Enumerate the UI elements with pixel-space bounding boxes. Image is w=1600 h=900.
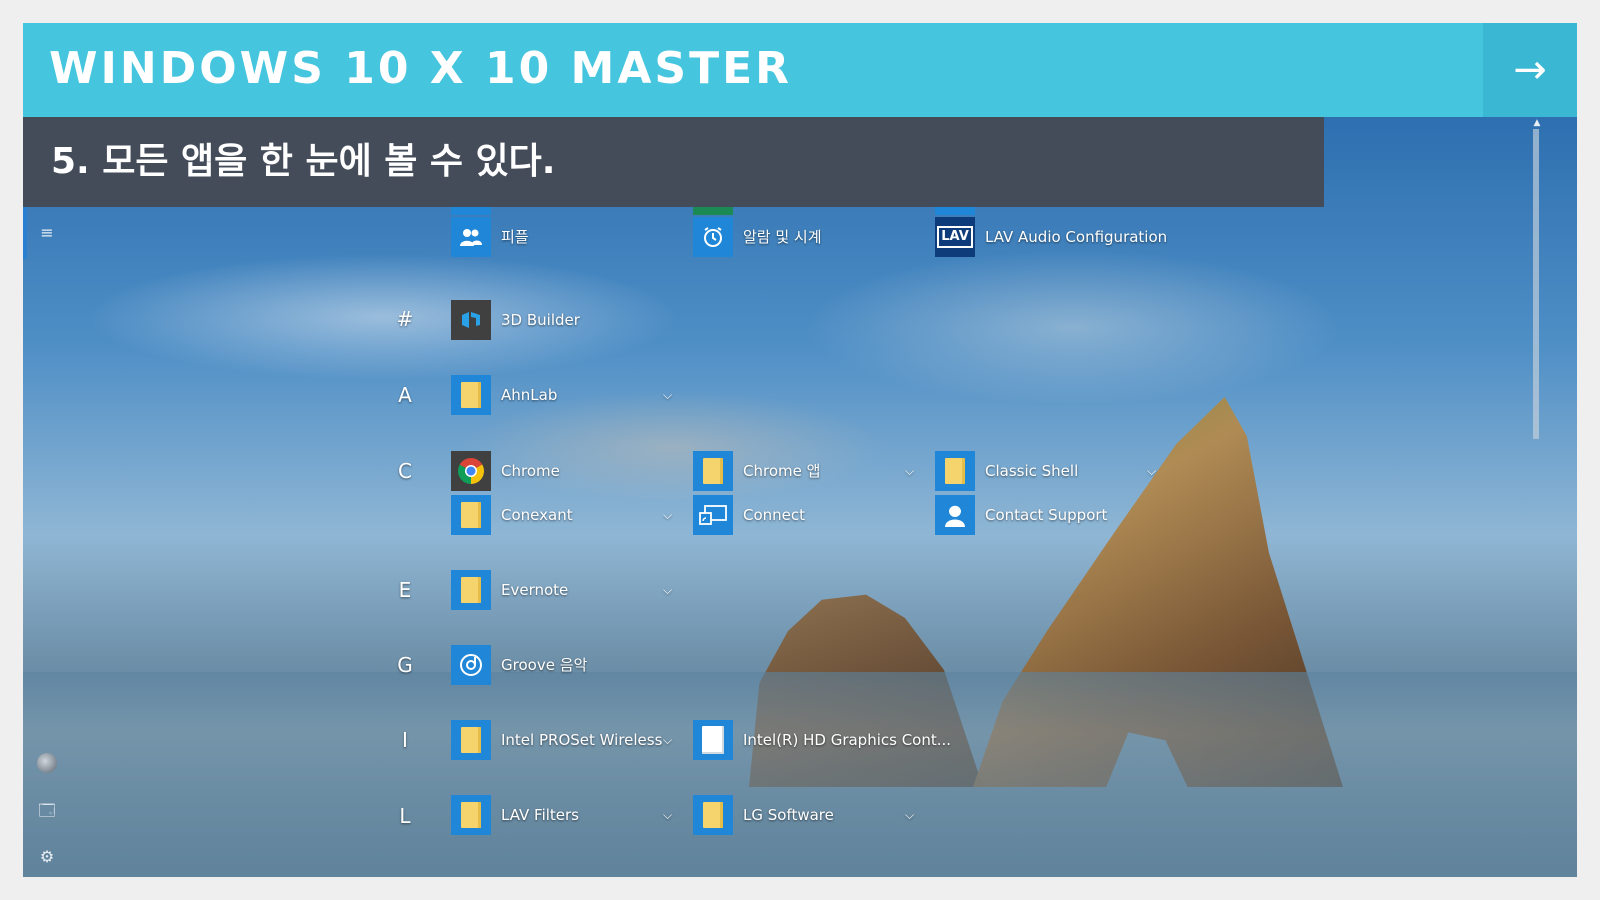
chevron-down-icon[interactable]: ⌵ [663,720,672,760]
chevron-down-icon[interactable]: ⌵ [663,795,672,835]
app-groove-music[interactable]: Groove 음악 [451,645,691,685]
app-label: 3D Builder [501,311,580,329]
app-label: Groove 음악 [501,656,588,674]
app-chrome[interactable]: Chrome [451,451,691,491]
chevron-down-icon[interactable]: ⌵ [663,570,672,610]
person-icon [935,495,975,535]
folder-icon [935,451,975,491]
app-alarms-clock[interactable]: 알람 및 시계 [693,217,933,257]
app-chrome-apps[interactable]: Chrome 앱 ⌵ [693,451,933,491]
alarm-clock-icon [693,217,733,257]
groove-music-icon [451,645,491,685]
app-contact-support[interactable]: Contact Support [935,495,1175,535]
folder-icon [693,795,733,835]
app-label: Intel(R) HD Graphics Cont... [743,731,952,749]
section-header-a[interactable]: A [390,383,420,407]
app-label: 알람 및 시계 [743,228,822,246]
folder-icon [451,795,491,835]
lav-logo-icon: LAV [935,217,975,257]
section-header-hash[interactable]: # [390,307,420,331]
folder-icon [451,720,491,760]
folder-icon [693,451,733,491]
partial-tile [693,207,733,215]
chevron-down-icon[interactable]: ⌵ [663,495,672,535]
app-evernote[interactable]: Evernote ⌵ [451,570,691,610]
app-lav-filters[interactable]: LAV Filters ⌵ [451,795,691,835]
app-intel-proset[interactable]: Intel PROSet Wireless ⌵ [451,720,691,760]
app-3d-builder[interactable]: 3D Builder [451,300,691,340]
section-header-i[interactable]: I [390,728,420,752]
app-label: LG Software [743,806,834,824]
section-header-e[interactable]: E [390,578,420,602]
app-conexant[interactable]: Conexant ⌵ [451,495,691,535]
app-label: Chrome [501,462,560,480]
partial-tile [935,207,975,215]
chevron-down-icon[interactable]: ⌵ [905,795,914,835]
app-people[interactable]: 피플 [451,217,691,257]
app-label: 피플 [501,228,529,246]
app-label: Chrome 앱 [743,462,821,480]
3d-builder-icon [451,300,491,340]
chevron-down-icon[interactable]: ⌵ [663,375,672,415]
connect-icon [693,495,733,535]
chrome-icon [451,451,491,491]
app-label: Contact Support [985,506,1108,524]
app-label: Classic Shell [985,462,1079,480]
app-ahnlab[interactable]: AhnLab ⌵ [451,375,691,415]
chevron-down-icon[interactable]: ⌵ [905,451,914,491]
slide: WINDOWS 10 X 10 MASTER → 5. 모든 앱을 한 눈에 볼… [23,23,1577,877]
app-lg-software[interactable]: LG Software ⌵ [693,795,933,835]
app-label: LAV Filters [501,806,579,824]
partial-tile [451,207,491,215]
section-header-c[interactable]: C [390,459,420,483]
folder-icon [451,570,491,610]
app-intel-hd-graphics[interactable]: Intel(R) HD Graphics Cont... [693,720,951,760]
app-label: AhnLab [501,386,558,404]
app-label: Intel PROSet Wireless [501,731,663,749]
app-label: Connect [743,506,806,524]
app-label: Conexant [501,506,573,524]
all-apps-list: 피플 알람 및 시계 LAV LAV Audio Configuration #… [23,23,1577,877]
document-icon [693,720,733,760]
chevron-down-icon[interactable]: ⌵ [1147,451,1156,491]
app-label: LAV Audio Configuration [985,228,1168,246]
app-connect[interactable]: Connect [693,495,933,535]
folder-icon [451,375,491,415]
app-label: Evernote [501,581,569,599]
people-icon [451,217,491,257]
section-header-g[interactable]: G [390,653,420,677]
section-header-l[interactable]: L [390,804,420,828]
app-classic-shell[interactable]: Classic Shell ⌵ [935,451,1175,491]
app-lav-audio[interactable]: LAV LAV Audio Configuration [935,217,1175,257]
folder-icon [451,495,491,535]
